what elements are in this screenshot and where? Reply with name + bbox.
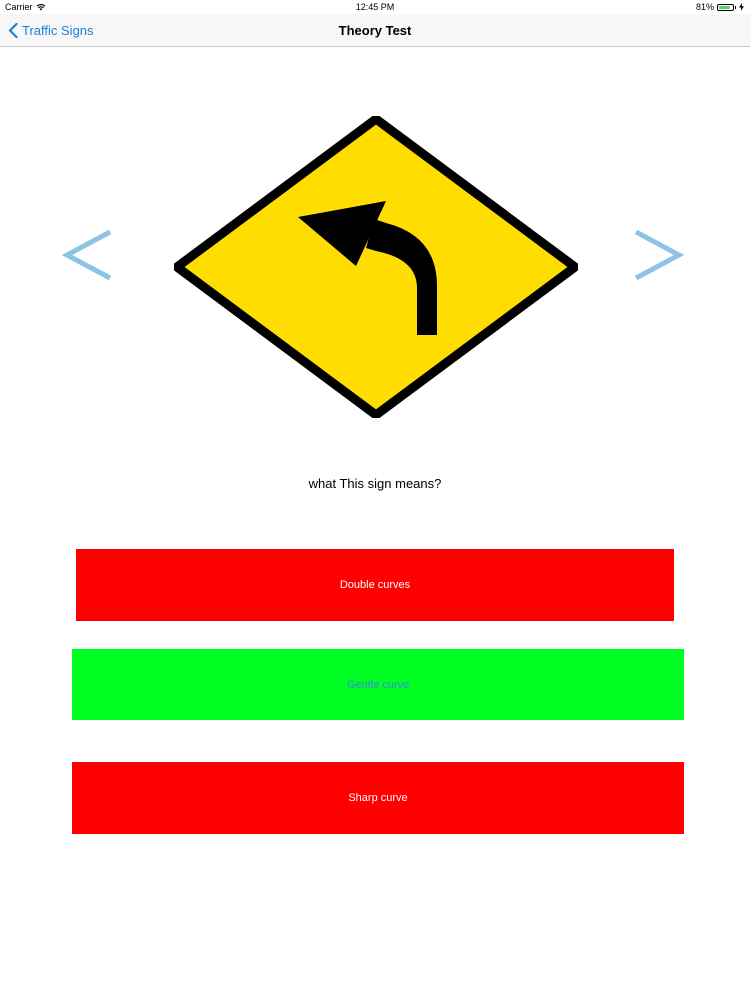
- theory-test-screen: Carrier 12:45 PM 81% Theory Test Traffic…: [0, 0, 750, 1000]
- navigation-bar: Theory Test Traffic Signs: [0, 14, 750, 47]
- clock: 12:45 PM: [355, 2, 395, 12]
- question-text: what This sign means?: [308, 476, 442, 491]
- chevron-left-icon: [8, 23, 18, 38]
- charging-bolt-icon: [739, 3, 744, 11]
- answer-label: Gentle curve: [346, 678, 410, 691]
- status-bar: Carrier 12:45 PM 81%: [0, 0, 750, 14]
- next-sign-button[interactable]: [632, 228, 684, 282]
- back-button[interactable]: Traffic Signs: [8, 14, 94, 47]
- battery-percent: 81%: [695, 2, 714, 12]
- answer-button-gentle-curve[interactable]: Gentle curve: [72, 649, 684, 720]
- sign-diamond: [174, 116, 578, 418]
- battery-icon: [717, 3, 734, 11]
- answer-label: Double curves: [339, 579, 411, 591]
- battery-tip: [735, 5, 736, 9]
- answer-button-sharp-curve[interactable]: Sharp curve: [72, 762, 684, 834]
- answer-button-double-curves[interactable]: Double curves: [76, 549, 674, 621]
- battery-indicator: 81%: [696, 2, 744, 12]
- chevron-left-icon: [62, 229, 112, 281]
- page-title: Theory Test: [338, 23, 412, 38]
- chevron-right-icon: [634, 229, 684, 281]
- battery-level-fill: [719, 5, 730, 9]
- curve-left-sign-image: [174, 116, 578, 418]
- back-button-label: Traffic Signs: [22, 23, 94, 38]
- previous-sign-button[interactable]: [62, 228, 114, 282]
- answer-label: Sharp curve: [348, 792, 408, 804]
